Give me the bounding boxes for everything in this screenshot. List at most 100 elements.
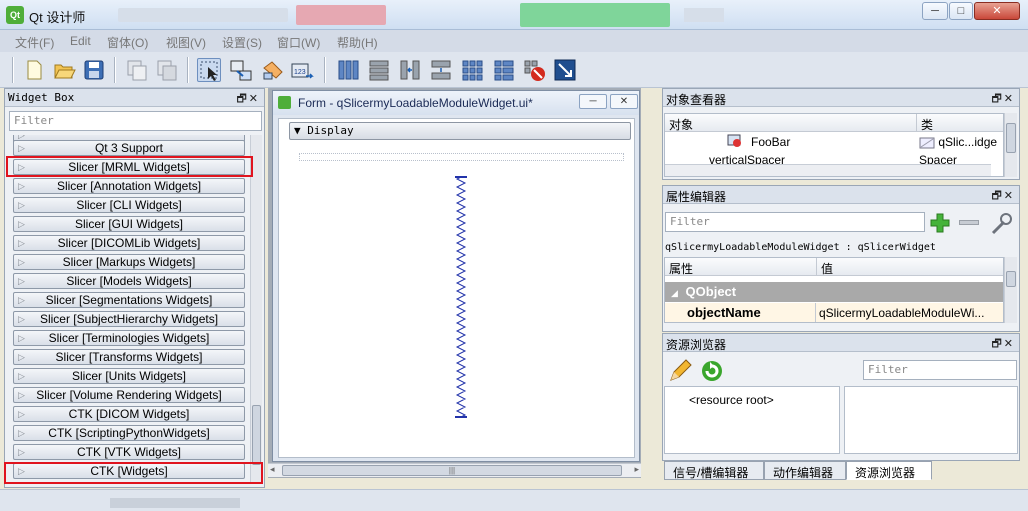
select-mode-icon[interactable] xyxy=(197,58,221,82)
tab-signal-slot-editor[interactable]: 信号/槽编辑器 xyxy=(664,461,764,480)
layout-vertical-splitter-icon[interactable] xyxy=(429,58,453,82)
property-table[interactable]: 属性 值 ◢ QObject objectName qSlicermyLoada… xyxy=(664,257,1004,323)
new-file-icon[interactable] xyxy=(22,58,46,82)
edit-tab-order-icon[interactable]: 123 xyxy=(290,58,314,82)
collapsible-label: Display xyxy=(307,124,354,137)
resource-file-list[interactable] xyxy=(844,386,1018,454)
widget-category[interactable]: ▷ Slicer [Transforms Widgets] xyxy=(13,349,245,365)
widget-category[interactable]: ▷ Slicer [Volume Rendering Widgets] xyxy=(13,387,245,403)
menu-help[interactable]: 帮助(H) xyxy=(337,34,378,51)
widget-box-filter-input[interactable]: Filter xyxy=(9,111,262,131)
widget-category[interactable]: ▷ Slicer [MRML Widgets] xyxy=(13,159,245,175)
layout-horizontal-icon[interactable] xyxy=(336,58,360,82)
form-canvas[interactable]: ▼ Display xyxy=(278,118,635,458)
menu-view[interactable]: 视图(V) xyxy=(166,34,206,51)
property-table-vscroll[interactable] xyxy=(1004,257,1017,323)
widget-box-scrollbar[interactable] xyxy=(250,135,262,483)
tab-resource-browser[interactable]: 资源浏览器 xyxy=(846,461,932,480)
menu-file[interactable]: 文件(F) xyxy=(15,34,54,51)
widget-category[interactable]: ▷ Slicer [SubjectHierarchy Widgets] xyxy=(13,311,245,327)
widget-category[interactable]: ▷ CTK [Widgets] xyxy=(13,463,245,479)
widget-category[interactable]: ▷ Slicer [Markups Widgets] xyxy=(13,254,245,270)
property-name: objectName xyxy=(687,305,761,320)
scroll-left-icon[interactable]: ◂ xyxy=(270,464,275,475)
widget-category[interactable]: ▷ Slicer [Terminologies Widgets] xyxy=(13,330,245,346)
dock-float-close-buttons[interactable]: 🗗✕ xyxy=(991,335,1015,354)
scrollbar-thumb[interactable]: ||| xyxy=(282,465,622,476)
close-button[interactable]: ✕ xyxy=(974,2,1020,20)
object-inspector-panel: 对象查看器 🗗✕ 对象 类 FooBar qSlic...idge vertic… xyxy=(662,88,1020,180)
widget-category[interactable]: ▷ Qt 3 Support xyxy=(13,140,245,156)
property-group-row[interactable]: ◢ QObject xyxy=(665,282,1003,302)
menu-edit[interactable]: Edit xyxy=(70,34,91,48)
column-header-object[interactable]: 对象 xyxy=(665,114,917,132)
layout-horizontal-splitter-icon[interactable] xyxy=(398,58,422,82)
edit-resources-pencil-icon[interactable] xyxy=(667,358,693,387)
widget-category[interactable]: ▷ Slicer [Units Widgets] xyxy=(13,368,245,384)
widget-category[interactable]: ▷ Slicer [GUI Widgets] xyxy=(13,216,245,232)
edit-buddies-icon[interactable] xyxy=(260,58,284,82)
column-header-property[interactable]: 属性 xyxy=(665,258,817,276)
vertical-spacer[interactable] xyxy=(451,175,471,419)
configure-wrench-icon[interactable] xyxy=(989,212,1013,239)
property-editor-panel: 属性编辑器 🗗✕ Filter qSlicermyLoadableModuleW… xyxy=(662,185,1020,332)
form-close-button[interactable]: ✕ xyxy=(610,94,638,109)
form-minimize-button[interactable]: ─ xyxy=(579,94,607,109)
resource-tree[interactable]: <resource root> xyxy=(664,386,840,454)
widget-category[interactable]: ▷ Slicer [CLI Widgets] xyxy=(13,197,245,213)
reload-resources-icon[interactable] xyxy=(699,358,725,387)
object-inspector-title-bar: 对象查看器 🗗✕ xyxy=(663,89,1019,107)
dock-float-close-buttons[interactable]: 🗗✕ xyxy=(991,187,1015,206)
minimize-button[interactable]: ─ xyxy=(922,2,948,20)
property-value[interactable]: qSlicermyLoadableModuleWi... xyxy=(819,306,984,320)
scrollbar-thumb[interactable] xyxy=(252,405,261,465)
right-dock-tabbar: 信号/槽编辑器 动作编辑器 资源浏览器 xyxy=(662,461,1022,481)
copy-icon[interactable] xyxy=(125,58,149,82)
display-collapsible-button[interactable]: ▼ Display xyxy=(289,122,631,140)
dock-float-close-buttons[interactable]: 🗗✕ xyxy=(991,90,1015,109)
paste-icon[interactable] xyxy=(155,58,179,82)
edit-signals-icon[interactable] xyxy=(229,58,253,82)
column-header-value[interactable]: 值 xyxy=(817,258,1003,276)
blurred-region xyxy=(296,5,386,25)
widget-category[interactable]: ▷ Slicer [DICOMLib Widgets] xyxy=(13,235,245,251)
widget-category[interactable]: ▷ CTK [VTK Widgets] xyxy=(13,444,245,460)
widget-category[interactable]: ▷ Slicer [Annotation Widgets] xyxy=(13,178,245,194)
save-icon[interactable] xyxy=(82,58,106,82)
dock-float-close-buttons[interactable]: 🗗✕ xyxy=(236,90,260,109)
add-property-icon[interactable] xyxy=(929,212,951,237)
layout-vertical-icon[interactable] xyxy=(367,58,391,82)
mdi-horizontal-scrollbar[interactable]: ◂ ||| ▸ xyxy=(268,463,641,477)
adjust-size-icon[interactable] xyxy=(553,58,577,82)
menu-window[interactable]: 窗口(W) xyxy=(277,34,320,51)
break-layout-icon[interactable] xyxy=(522,58,546,82)
property-filter-input[interactable]: Filter xyxy=(665,212,925,232)
property-row[interactable]: objectName qSlicermyLoadableModuleWi... xyxy=(665,303,1003,322)
blurred-region xyxy=(684,8,724,22)
widget-category[interactable]: ▷ Slicer [Models Widgets] xyxy=(13,273,245,289)
layout-form-icon[interactable] xyxy=(492,58,516,82)
resource-filter-input[interactable]: Filter xyxy=(863,360,1017,380)
widget-category[interactable]: ▷ Slicer [Segmentations Widgets] xyxy=(13,292,245,308)
scroll-right-icon[interactable]: ▸ xyxy=(634,464,639,475)
resource-root-item[interactable]: <resource root> xyxy=(689,393,774,407)
layout-grid-icon[interactable] xyxy=(460,58,484,82)
tab-action-editor[interactable]: 动作编辑器 xyxy=(764,461,846,480)
object-tree-vscroll[interactable] xyxy=(1004,113,1017,177)
menu-settings[interactable]: 设置(S) xyxy=(222,34,262,51)
blurred-region xyxy=(118,8,288,22)
column-header-class[interactable]: 类 xyxy=(917,114,1003,132)
widget-category[interactable]: ▷ CTK [DICOM Widgets] xyxy=(13,406,245,422)
object-tree-hscroll[interactable] xyxy=(665,164,991,176)
menu-bar: 文件(F) Edit 窗体(O) 视图(V) 设置(S) 窗口(W) 帮助(H) xyxy=(0,30,1028,52)
maximize-button[interactable]: □ xyxy=(949,2,973,20)
object-tree[interactable]: 对象 类 FooBar qSlic...idge verticalSpacer … xyxy=(664,113,1004,177)
form-title: Form - qSlicermyLoadableModuleWidget.ui* xyxy=(298,96,533,110)
widget-category-list: ▷ ▷ Qt 3 Support ▷ Slicer [MRML Widgets] ▷… xyxy=(9,135,249,483)
svg-text:123: 123 xyxy=(294,69,306,76)
open-folder-icon[interactable] xyxy=(52,58,76,82)
object-name[interactable]: FooBar xyxy=(751,135,790,149)
remove-property-icon[interactable] xyxy=(959,220,979,225)
widget-category[interactable]: ▷ CTK [ScriptingPythonWidgets] xyxy=(13,425,245,441)
menu-form[interactable]: 窗体(O) xyxy=(107,34,148,51)
